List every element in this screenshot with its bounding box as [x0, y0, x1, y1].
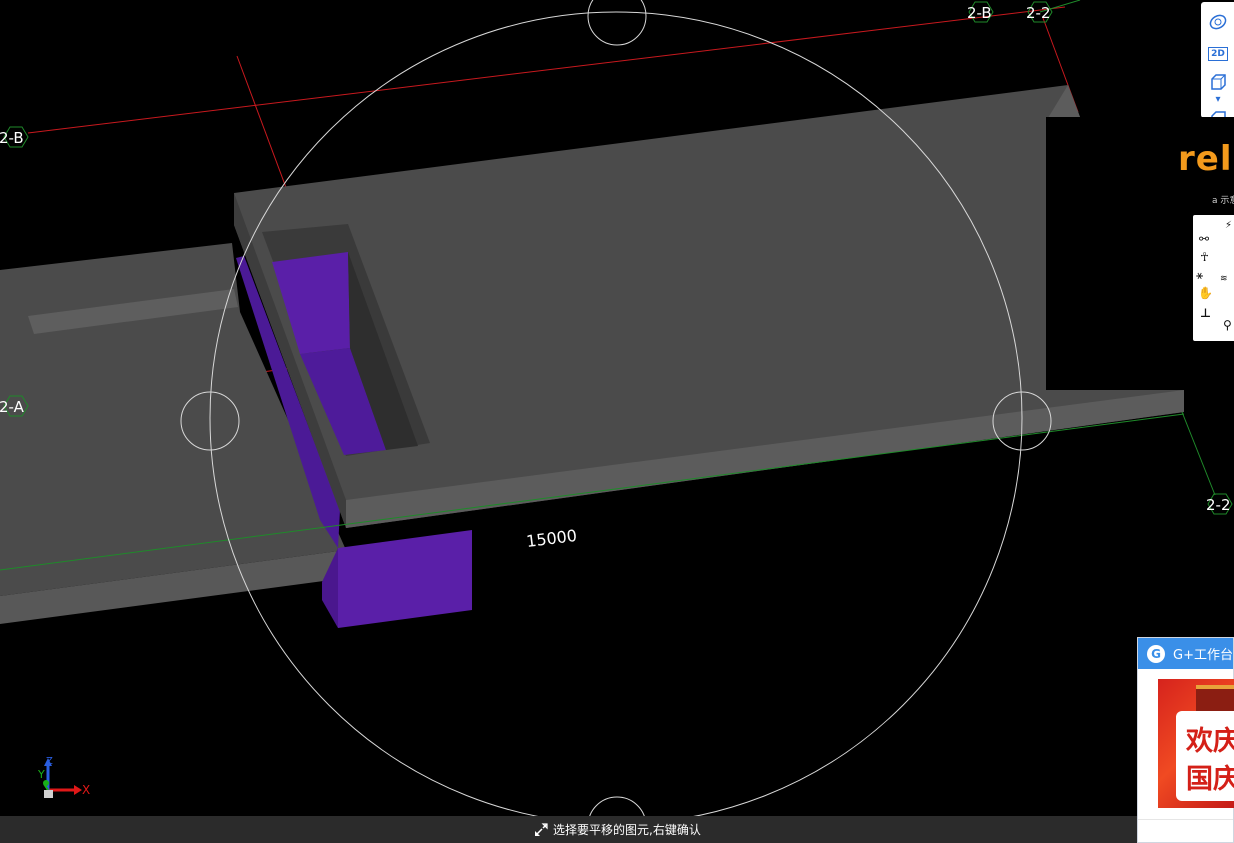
symbol-7: ≋	[1220, 274, 1228, 284]
purple-column-front	[338, 530, 472, 628]
symbol-card[interactable]: ⚯ ☥ ⚹ ✋ ⊥ ⚲ ≋ ⚡	[1193, 215, 1234, 341]
symbol-1: ⚯	[1199, 232, 1210, 246]
grid-label-2-2-right: 2-2	[1206, 496, 1231, 514]
pan-cursor-icon	[535, 822, 548, 836]
view-toolbar: 2D ▾	[1201, 2, 1234, 118]
status-message: 选择要平移的图元,右键确认	[553, 823, 701, 837]
orbit-icon[interactable]	[1206, 10, 1230, 34]
axis-triad: X Y Z	[37, 756, 90, 798]
symbol-5: ⊥	[1200, 306, 1211, 320]
view-2d-label: 2D	[1208, 47, 1228, 61]
symbol-3: ⚹	[1196, 268, 1204, 282]
axis-y-label: Y	[37, 768, 45, 781]
symbol-4: ✋	[1198, 286, 1213, 300]
banner-card: 欢庆 国庆	[1176, 711, 1234, 801]
grid-label-2b-left: 2-B	[0, 129, 24, 147]
symbol-6: ⚲	[1223, 318, 1232, 332]
axis-z-label: Z	[46, 756, 53, 767]
grid-line-green-right	[1181, 411, 1216, 496]
gplus-footer	[1138, 819, 1233, 842]
banner-line-2: 国庆	[1186, 764, 1234, 795]
gplus-workbench-widget[interactable]: G G+工作台 欢庆 国庆	[1137, 637, 1234, 843]
status-bar: 选择要平移的图元,右键确认	[0, 816, 1137, 843]
axis-x-label: X	[82, 783, 90, 797]
symbol-2: ☥	[1200, 250, 1209, 264]
view-2d-button[interactable]: 2D	[1206, 42, 1230, 66]
floating-logo-panel: reli a 示意 ⚯ ☥ ⚹ ✋ ⊥ ⚲ ≋ ⚡	[1046, 117, 1234, 390]
gplus-logo-icon: G	[1147, 644, 1165, 663]
grid-label-2b-top: 2-B	[967, 4, 992, 22]
symbol-8: ⚡	[1225, 220, 1233, 231]
grid-label-2a-left: 2-A	[0, 398, 25, 416]
orbit-handle-top[interactable]	[587, 0, 647, 46]
grid-label-2-2-top: 2-2	[1026, 4, 1051, 22]
gplus-title: G+工作台	[1173, 648, 1233, 663]
gplus-banner[interactable]: 欢庆 国庆	[1158, 679, 1234, 808]
dropdown-arrow-icon[interactable]: ▾	[1206, 92, 1230, 106]
dimension-label: 15000	[525, 526, 578, 551]
dropdown-arrow-glyph: ▾	[1215, 93, 1221, 105]
logo-text: reli	[1178, 139, 1234, 179]
logo-subtitle: a 示意	[1212, 196, 1234, 206]
banner-line-1: 欢庆	[1186, 726, 1234, 757]
gplus-header[interactable]: G G+工作台	[1138, 638, 1233, 669]
view-3d-box-icon[interactable]	[1206, 70, 1230, 94]
